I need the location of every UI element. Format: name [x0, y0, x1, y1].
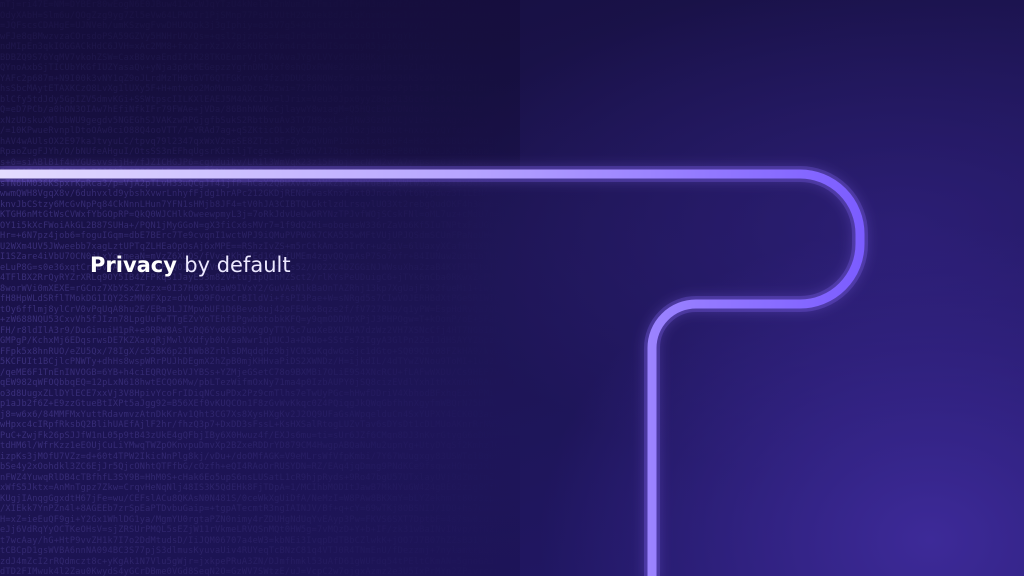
headline-emphasis: Privacy	[90, 253, 177, 277]
headline: Privacy by default	[90, 250, 291, 280]
headline-rest: by default	[184, 253, 291, 277]
hero-banner: mTj=ri47E=NM=DYBEr80wEogN6E0JBuw412wCWJq…	[0, 0, 1024, 576]
glowing-pipe-path	[0, 166, 868, 576]
